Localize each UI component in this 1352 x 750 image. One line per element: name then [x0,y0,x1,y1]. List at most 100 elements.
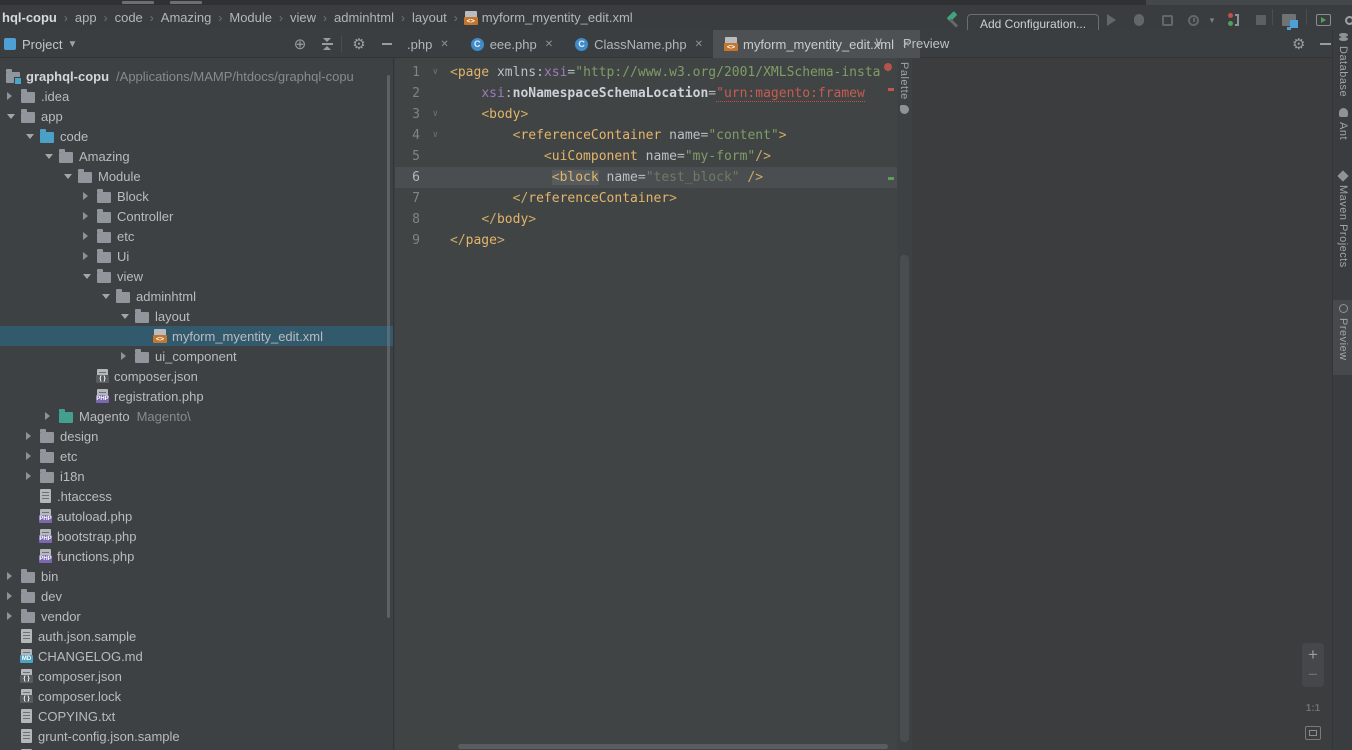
breadcrumb-item[interactable]: app [75,10,97,25]
editor-tab[interactable]: .php✕ [395,30,459,58]
breadcrumb-item[interactable]: hql-copu [2,10,57,25]
code-line-5[interactable]: 5 <uiComponent name="my-form"/> [395,146,897,167]
tree-collapsed-arrow-icon[interactable] [44,412,59,420]
project-panel-header[interactable]: Project ▼ ⊕ ⚙ [0,30,395,58]
editor-tab[interactable]: Ceee.php✕ [459,30,563,58]
code-line-6[interactable]: 6 <block name="test_block" /> [395,167,897,188]
tree-collapsed-arrow-icon[interactable] [25,472,40,480]
tool-button-ant[interactable]: Ant [1333,108,1352,140]
tree-collapsed-arrow-icon[interactable] [6,92,21,100]
tree-expanded-arrow-icon[interactable] [120,314,135,319]
run-icon[interactable] [1102,12,1120,28]
tree-item-ui[interactable]: Ui [0,246,393,266]
tree-collapsed-arrow-icon[interactable] [82,212,97,220]
panel-settings-gear-icon[interactable]: ⚙ [350,30,368,58]
tree-item-graphql-copu[interactable]: graphql-copu/Applications/MAMP/htdocs/gr… [0,66,393,86]
line-number[interactable]: 1∨ [395,62,450,83]
line-number[interactable]: 6 [395,167,450,188]
breadcrumb-item[interactable]: view [290,10,316,25]
breadcrumb-item[interactable]: layout [412,10,447,25]
tree-expanded-arrow-icon[interactable] [44,154,59,159]
line-number[interactable]: 8 [395,209,450,230]
close-tab-icon[interactable]: ✕ [440,39,448,50]
editor-tab[interactable]: myform_myentity_edit.xml✕ [713,30,920,58]
zoom-actual-size-button[interactable]: 1:1 [1306,703,1320,714]
error-stripe-mark[interactable] [888,88,894,91]
tree-item-composer-json[interactable]: { }composer.json [0,666,393,686]
tree-item-view[interactable]: view [0,266,393,286]
tree-item-code[interactable]: code [0,126,393,146]
breadcrumb-item[interactable]: myform_myentity_edit.xml [482,10,633,25]
hammer-icon[interactable] [944,12,962,28]
line-number[interactable]: 4∨ [395,125,450,146]
tree-item-composer-json[interactable]: { }composer.json [0,366,393,386]
search-icon[interactable] [1340,12,1352,28]
tree-collapsed-arrow-icon[interactable] [82,192,97,200]
tree-collapsed-arrow-icon[interactable] [25,432,40,440]
tree-item-gruntfile-js-sample[interactable]: Gruntfile.js.sample [0,746,393,750]
tree-item-amazing[interactable]: Amazing [0,146,393,166]
project-dropdown-caret-icon[interactable]: ▼ [67,39,77,50]
close-tab-icon[interactable]: ✕ [545,39,553,50]
preview-hide-icon[interactable] [1320,43,1331,45]
hide-panel-icon[interactable] [378,30,396,58]
tree-item-autoload-php[interactable]: PHPautoload.php [0,506,393,526]
tree-item-functions-php[interactable]: PHPfunctions.php [0,546,393,566]
tree-collapsed-arrow-icon[interactable] [82,232,97,240]
tree-item-i18n[interactable]: i18n [0,466,393,486]
editor-tab[interactable]: CClassName.php✕ [563,30,713,58]
code-line-9[interactable]: 9</page> [395,230,897,251]
fold-marker-icon[interactable]: ∨ [433,104,438,125]
code-line-2[interactable]: 2 xsi:noNamespaceSchemaLocation="urn:mag… [395,83,897,104]
tree-item-myform-myentity-edit-xml[interactable]: myform_myentity_edit.xml [0,326,393,346]
coverage-icon[interactable] [1158,12,1176,28]
tree-item--idea[interactable]: .idea [0,86,393,106]
tree-item-composer-lock[interactable]: { }composer.lock [0,686,393,706]
tree-item-etc[interactable]: etc [0,226,393,246]
tree-item-etc[interactable]: etc [0,446,393,466]
tree-item-ui-component[interactable]: ui_component [0,346,393,366]
tree-item--htaccess[interactable]: .htaccess [0,486,393,506]
tree-collapsed-arrow-icon[interactable] [6,612,21,620]
line-number[interactable]: 2 [395,83,450,104]
tree-item-grunt-config-json-sample[interactable]: grunt-config.json.sample [0,726,393,746]
attach-process-icon[interactable] [1224,12,1242,28]
code-line-3[interactable]: 3∨ <body> [395,104,897,125]
collapse-all-icon[interactable] [318,30,336,58]
tree-expanded-arrow-icon[interactable] [6,114,21,119]
tool-button-maven-projects[interactable]: Maven Projects [1333,172,1352,268]
breadcrumb-item[interactable]: code [115,10,143,25]
zoom-in-button[interactable]: + [1308,645,1318,665]
palette-tool-button[interactable]: Palette [898,62,910,114]
line-number[interactable]: 7 [395,188,450,209]
zoom-out-button[interactable]: − [1308,665,1318,685]
code-line-8[interactable]: 8 </body> [395,209,897,230]
code-line-1[interactable]: 1∨<page xmlns:xsi="http://www.w3.org/200… [395,62,897,83]
debug-icon[interactable] [1130,12,1148,28]
tree-item-changelog-md[interactable]: MDCHANGELOG.md [0,646,393,666]
tree-expanded-arrow-icon[interactable] [82,274,97,279]
tree-item-layout[interactable]: layout [0,306,393,326]
line-number[interactable]: 9 [395,230,450,251]
fold-marker-icon[interactable]: ∨ [433,125,438,146]
tool-button-preview[interactable]: Preview [1333,300,1352,375]
tree-expanded-arrow-icon[interactable] [101,294,116,299]
zoom-fit-button[interactable] [1305,726,1321,740]
code-editor[interactable]: 1∨<page xmlns:xsi="http://www.w3.org/200… [395,58,897,750]
tree-item-magento[interactable]: MagentoMagento\ [0,406,393,426]
tree-item-block[interactable]: Block [0,186,393,206]
line-number[interactable]: 5 [395,146,450,167]
editor-horizontal-scrollbar[interactable] [458,744,888,749]
profiler-icon[interactable] [1184,12,1202,28]
tree-item-module[interactable]: Module [0,166,393,186]
tree-item-adminhtml[interactable]: adminhtml [0,286,393,306]
tree-item-app[interactable]: app [0,106,393,126]
preview-scrollbar[interactable] [900,255,909,742]
add-configuration-button[interactable]: Add Configuration... [967,14,1099,30]
fold-marker-icon[interactable]: ∨ [433,62,438,83]
tree-item-auth-json-sample[interactable]: auth.json.sample [0,626,393,646]
run-console-icon[interactable] [1314,12,1332,28]
preview-settings-gear-icon[interactable]: ⚙ [1292,35,1305,53]
dropdown-caret-icon[interactable]: ▾ [1203,12,1221,28]
tree-item-controller[interactable]: Controller [0,206,393,226]
